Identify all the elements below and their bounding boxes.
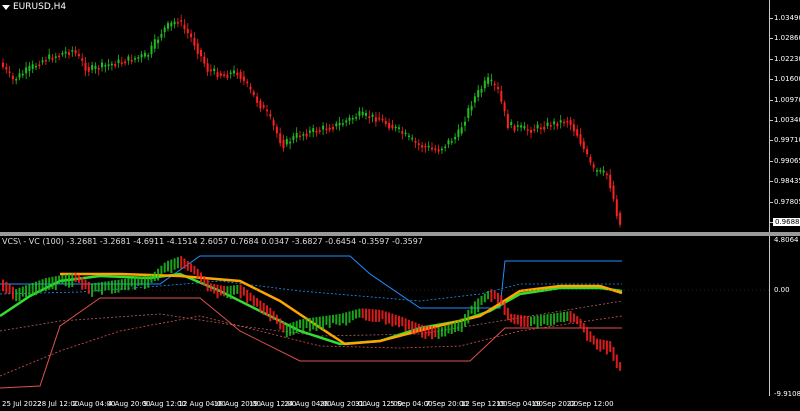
price-chart-border (0, 0, 770, 232)
indicator-border (0, 236, 770, 396)
date-tick-label: 25 Jul 2022 (2, 400, 42, 408)
symbol-label: EURUSD,H4 (13, 2, 67, 12)
price-tick (770, 99, 773, 101)
price-tick-label: 0.99710 (774, 136, 800, 145)
symbol-title[interactable]: EURUSD,H4 (2, 2, 66, 12)
indicator-title: VCS\ - VC (100) -3.2681 -3.2681 -4.6911 … (2, 237, 423, 246)
price-tick (770, 58, 773, 60)
price-tick (770, 201, 773, 203)
date-tick-label: 22 Sep 12:00 (566, 400, 614, 408)
price-tick (770, 140, 773, 142)
date-axis: 25 Jul 2022 28 Jul 12:00 2 Aug 04:00 4 Aug … (0, 396, 770, 411)
indicator-tick-label: 4.8064 (774, 236, 799, 244)
price-tick (770, 18, 773, 19)
current-price-badge: 0.96880 (773, 218, 800, 226)
price-tick (770, 160, 773, 162)
price-tick-label: 1.00970 (774, 95, 800, 104)
price-tick (770, 120, 773, 121)
price-tick-label: 0.98435 (774, 177, 800, 186)
price-tick (770, 181, 773, 183)
indicator-tick-label: 0.00 (774, 286, 790, 294)
price-tick-label: 1.02230 (774, 54, 800, 63)
price-tick-label: 0.97805 (774, 197, 800, 206)
price-tick (770, 38, 773, 40)
triangle-down-icon[interactable] (2, 4, 10, 10)
price-tick (770, 79, 773, 81)
price-tick-label: 1.00340 (774, 116, 800, 124)
price-tick-label: 1.03490 (774, 14, 800, 22)
price-tick-label: 1.01600 (774, 75, 800, 84)
indicator-tick-label: -9.9108 (774, 390, 800, 398)
price-tick-label: 0.99065 (774, 156, 800, 165)
price-chart-pane[interactable]: EURUSD,H4 1.03490 1.02860 1.02230 1.01600 1.… (0, 0, 800, 246)
indicator-pane[interactable]: VCS\ - VC (100) -3.2681 -3.2681 -4.6911 … (0, 236, 800, 398)
price-tick-label: 1.02860 (774, 34, 800, 43)
